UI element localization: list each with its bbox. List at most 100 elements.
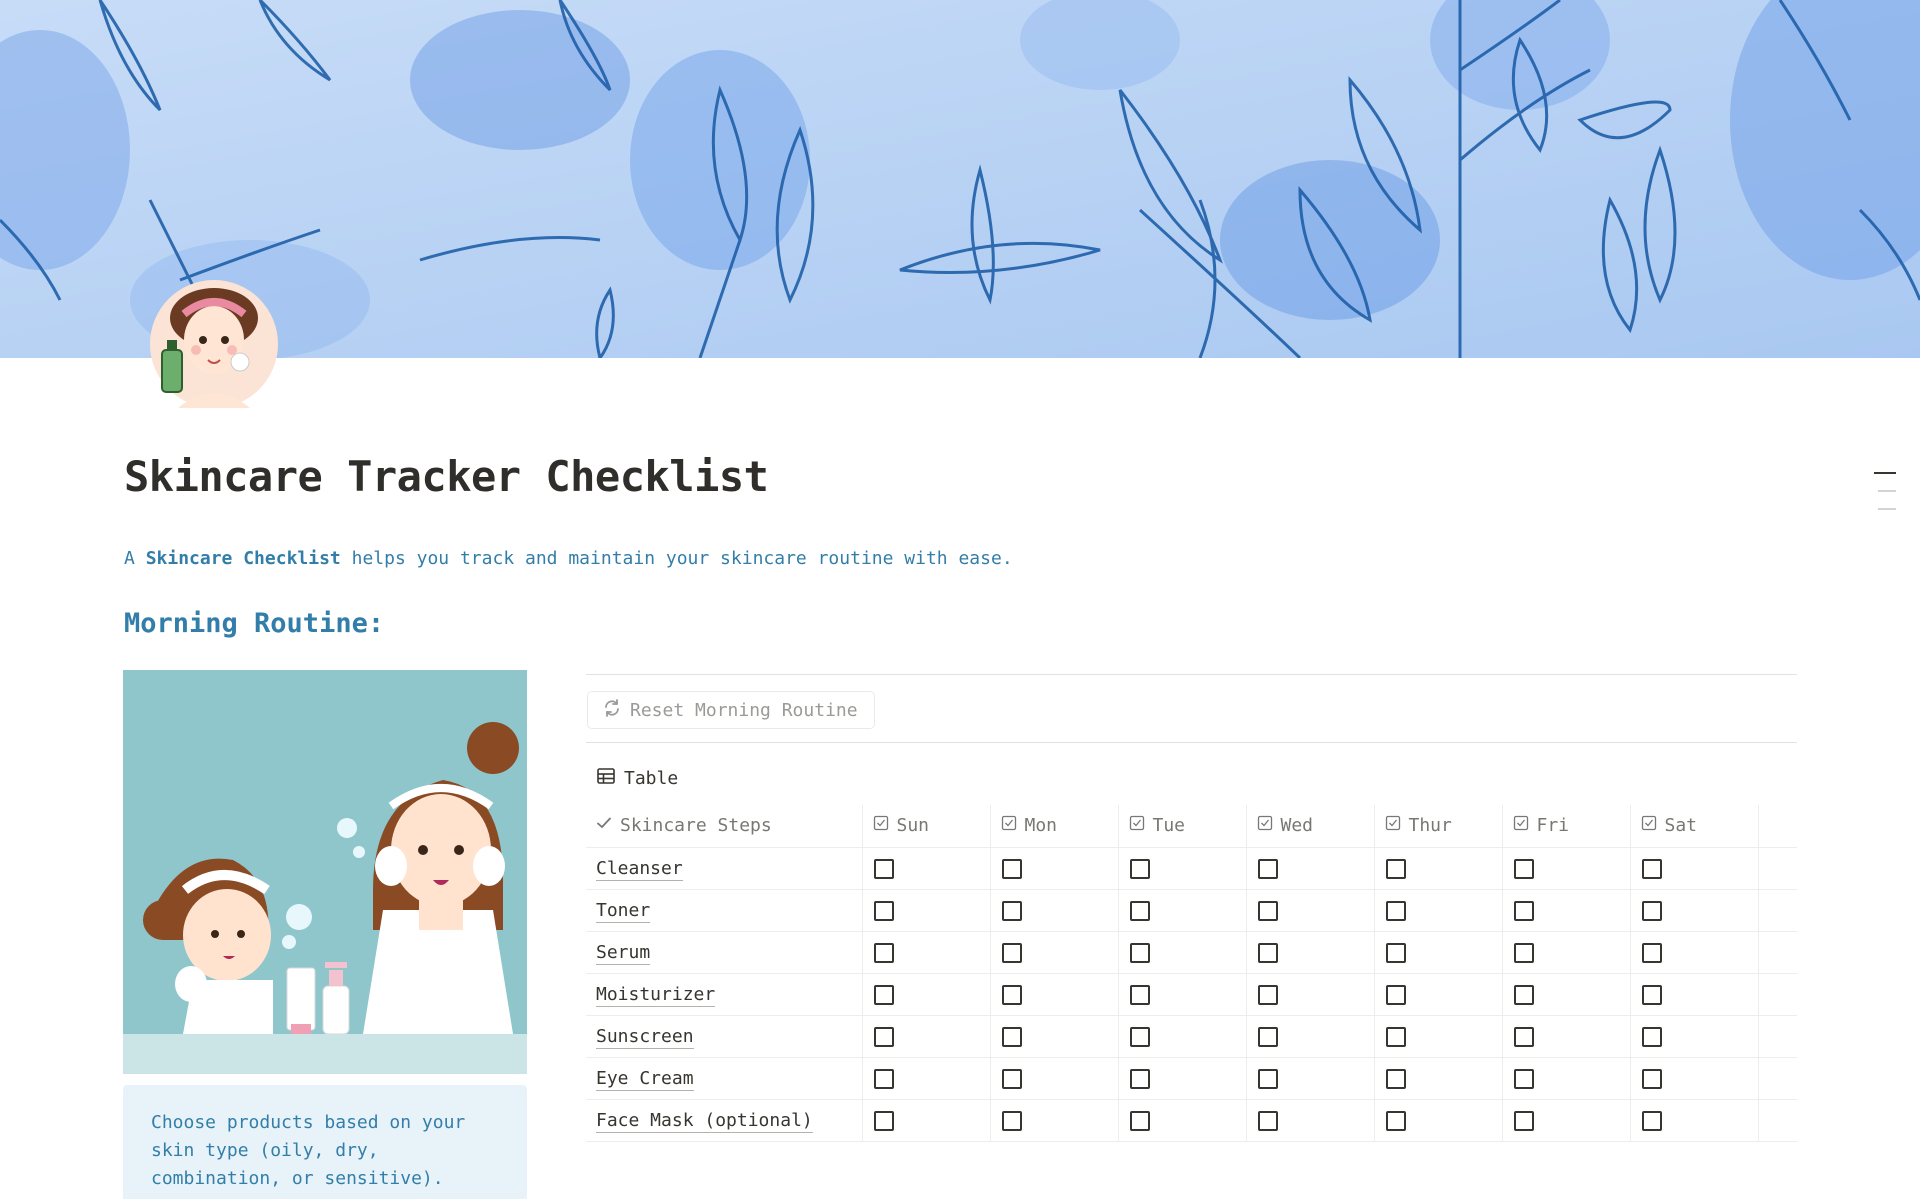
page-icon-avatar[interactable] bbox=[148, 278, 280, 410]
cell-sat[interactable] bbox=[1629, 889, 1758, 932]
cell-skincare-step[interactable]: Cleanser bbox=[586, 847, 862, 890]
cell-thur[interactable] bbox=[1373, 1015, 1502, 1058]
checkbox-sun[interactable] bbox=[873, 858, 894, 879]
cell-tue[interactable] bbox=[1117, 931, 1246, 974]
checkbox-fri[interactable] bbox=[1513, 900, 1534, 921]
checkbox-wed[interactable] bbox=[1257, 900, 1278, 921]
checkbox-wed[interactable] bbox=[1257, 984, 1278, 1005]
cell-fri[interactable] bbox=[1501, 973, 1630, 1016]
column-header-skincare-steps[interactable]: Skincare Steps bbox=[586, 805, 862, 848]
checkbox-sat[interactable] bbox=[1641, 858, 1662, 879]
checkbox-wed[interactable] bbox=[1257, 942, 1278, 963]
cell-sat[interactable] bbox=[1629, 973, 1758, 1016]
cell-fri[interactable] bbox=[1501, 1057, 1630, 1100]
checkbox-tue[interactable] bbox=[1129, 900, 1150, 921]
checkbox-sat[interactable] bbox=[1641, 942, 1662, 963]
checkbox-sun[interactable] bbox=[873, 984, 894, 1005]
outline-line-title[interactable] bbox=[1874, 472, 1896, 474]
column-header-fri[interactable]: Fri bbox=[1501, 805, 1630, 848]
checkbox-sat[interactable] bbox=[1641, 984, 1662, 1005]
checkbox-tue[interactable] bbox=[1129, 858, 1150, 879]
cell-thur[interactable] bbox=[1373, 847, 1502, 890]
skincare-step-title[interactable]: Face Mask (optional) bbox=[596, 1109, 813, 1133]
checkbox-tue[interactable] bbox=[1129, 1068, 1150, 1089]
checkbox-sat[interactable] bbox=[1641, 900, 1662, 921]
checkbox-tue[interactable] bbox=[1129, 1026, 1150, 1047]
table-row[interactable]: Face Mask (optional) bbox=[586, 1099, 1797, 1142]
cell-wed[interactable] bbox=[1245, 931, 1374, 974]
checkbox-mon[interactable] bbox=[1001, 900, 1022, 921]
cell-sat[interactable] bbox=[1629, 931, 1758, 974]
checkbox-thur[interactable] bbox=[1385, 942, 1406, 963]
cell-mon[interactable] bbox=[989, 1057, 1118, 1100]
checkbox-fri[interactable] bbox=[1513, 984, 1534, 1005]
cell-fri[interactable] bbox=[1501, 889, 1630, 932]
checkbox-mon[interactable] bbox=[1001, 984, 1022, 1005]
tab-table-view[interactable]: Table bbox=[596, 766, 678, 791]
checkbox-thur[interactable] bbox=[1385, 1068, 1406, 1089]
cell-wed[interactable] bbox=[1245, 1057, 1374, 1100]
checkbox-sat[interactable] bbox=[1641, 1110, 1662, 1131]
checkbox-tue[interactable] bbox=[1129, 942, 1150, 963]
checkbox-wed[interactable] bbox=[1257, 1026, 1278, 1047]
cell-skincare-step[interactable]: Face Mask (optional) bbox=[586, 1099, 862, 1142]
table-row[interactable]: Toner bbox=[586, 889, 1797, 932]
checkbox-thur[interactable] bbox=[1385, 858, 1406, 879]
cell-skincare-step[interactable]: Eye Cream bbox=[586, 1057, 862, 1100]
checkbox-sat[interactable] bbox=[1641, 1026, 1662, 1047]
table-row[interactable]: Cleanser bbox=[586, 847, 1797, 890]
checkbox-mon[interactable] bbox=[1001, 1110, 1022, 1131]
checkbox-sun[interactable] bbox=[873, 1026, 894, 1047]
checkbox-fri[interactable] bbox=[1513, 942, 1534, 963]
cell-tue[interactable] bbox=[1117, 1057, 1246, 1100]
page-outline-indicator[interactable] bbox=[1874, 472, 1896, 526]
cell-tue[interactable] bbox=[1117, 973, 1246, 1016]
cell-wed[interactable] bbox=[1245, 1099, 1374, 1142]
column-header-thur[interactable]: Thur bbox=[1373, 805, 1502, 848]
cell-skincare-step[interactable]: Sunscreen bbox=[586, 1015, 862, 1058]
table-row[interactable]: Serum bbox=[586, 931, 1797, 974]
cell-sun[interactable] bbox=[861, 1057, 990, 1100]
cell-mon[interactable] bbox=[989, 973, 1118, 1016]
cell-tue[interactable] bbox=[1117, 1015, 1246, 1058]
cell-sun[interactable] bbox=[861, 847, 990, 890]
checkbox-wed[interactable] bbox=[1257, 1110, 1278, 1131]
skincare-step-title[interactable]: Cleanser bbox=[596, 857, 683, 881]
checkbox-wed[interactable] bbox=[1257, 1068, 1278, 1089]
cell-skincare-step[interactable]: Serum bbox=[586, 931, 862, 974]
checkbox-mon[interactable] bbox=[1001, 942, 1022, 963]
table-row[interactable]: Moisturizer bbox=[586, 973, 1797, 1016]
checkbox-fri[interactable] bbox=[1513, 1110, 1534, 1131]
skincare-step-title[interactable]: Serum bbox=[596, 941, 651, 965]
cell-sat[interactable] bbox=[1629, 1057, 1758, 1100]
checkbox-fri[interactable] bbox=[1513, 1068, 1534, 1089]
checkbox-fri[interactable] bbox=[1513, 1026, 1534, 1047]
checkbox-fri[interactable] bbox=[1513, 858, 1534, 879]
table-row[interactable]: Sunscreen bbox=[586, 1015, 1797, 1058]
column-header-mon[interactable]: Mon bbox=[989, 805, 1118, 848]
checkbox-sun[interactable] bbox=[873, 942, 894, 963]
checkbox-sun[interactable] bbox=[873, 900, 894, 921]
cell-tue[interactable] bbox=[1117, 889, 1246, 932]
checkbox-sun[interactable] bbox=[873, 1110, 894, 1131]
column-header-sun[interactable]: Sun bbox=[861, 805, 990, 848]
cell-fri[interactable] bbox=[1501, 1015, 1630, 1058]
reset-morning-routine-button[interactable]: Reset Morning Routine bbox=[587, 691, 875, 729]
cell-sun[interactable] bbox=[861, 973, 990, 1016]
checkbox-thur[interactable] bbox=[1385, 1026, 1406, 1047]
checkbox-thur[interactable] bbox=[1385, 900, 1406, 921]
checkbox-sat[interactable] bbox=[1641, 1068, 1662, 1089]
cell-thur[interactable] bbox=[1373, 931, 1502, 974]
skincare-step-title[interactable]: Toner bbox=[596, 899, 651, 923]
cell-skincare-step[interactable]: Moisturizer bbox=[586, 973, 862, 1016]
cell-wed[interactable] bbox=[1245, 889, 1374, 932]
checkbox-wed[interactable] bbox=[1257, 858, 1278, 879]
outline-line-subheading[interactable] bbox=[1878, 508, 1896, 510]
cell-thur[interactable] bbox=[1373, 889, 1502, 932]
checkbox-mon[interactable] bbox=[1001, 1068, 1022, 1089]
cell-thur[interactable] bbox=[1373, 973, 1502, 1016]
cell-sun[interactable] bbox=[861, 889, 990, 932]
cell-mon[interactable] bbox=[989, 889, 1118, 932]
table-row[interactable]: Eye Cream bbox=[586, 1057, 1797, 1100]
checkbox-tue[interactable] bbox=[1129, 984, 1150, 1005]
